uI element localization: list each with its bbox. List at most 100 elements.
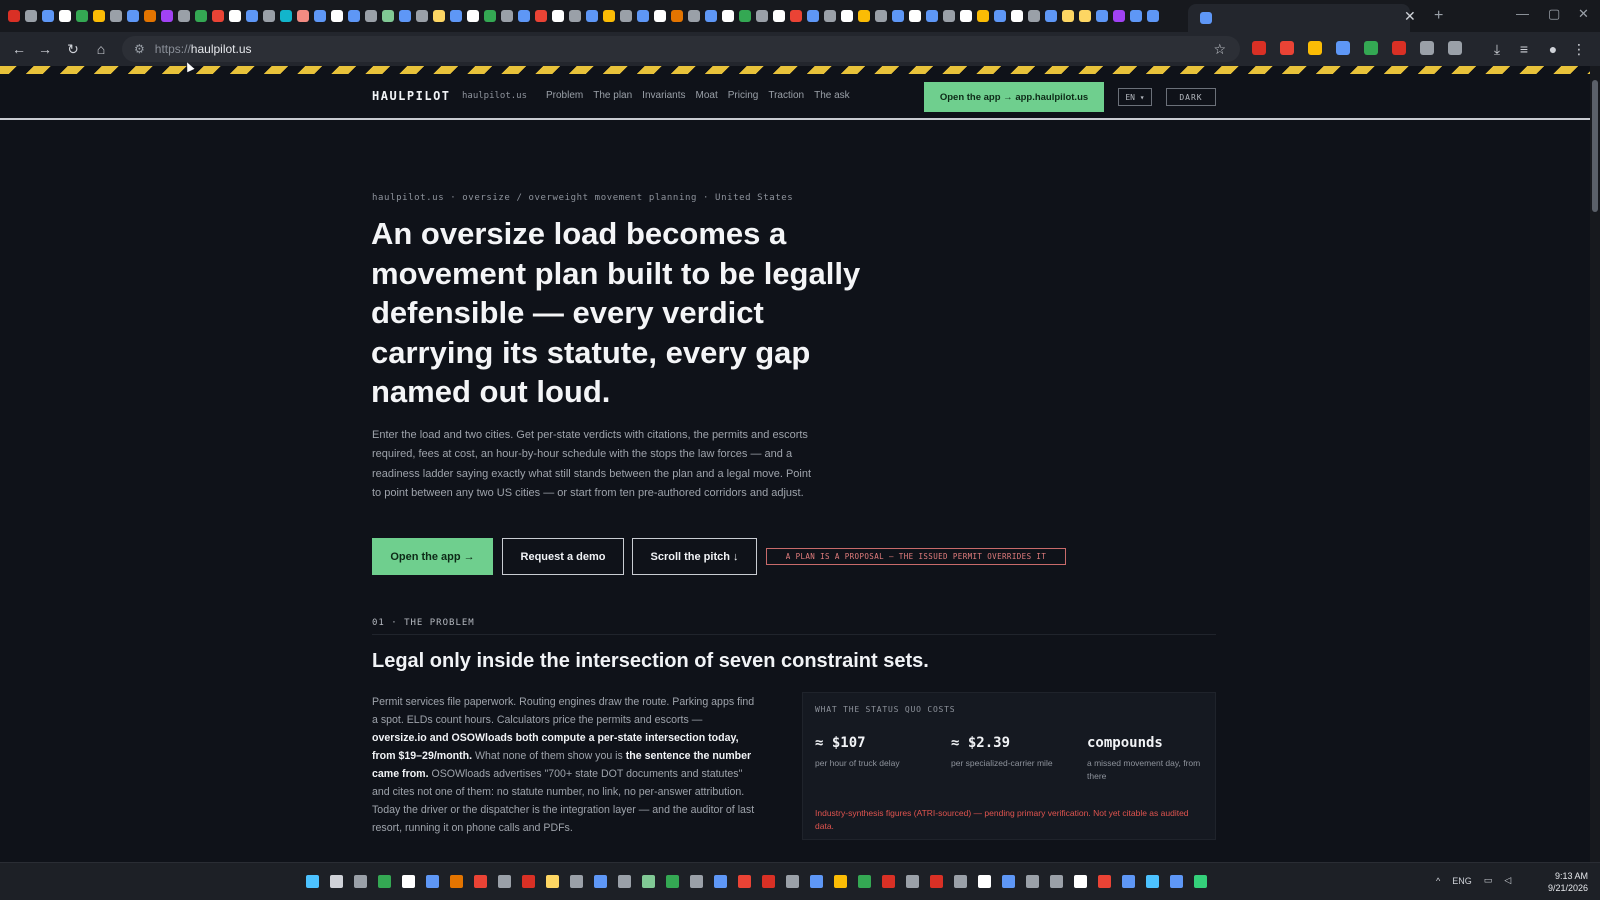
tab-favicon-icon[interactable] (535, 10, 547, 22)
tab-favicon-icon[interactable] (654, 10, 666, 22)
tab-close-icon[interactable]: ✕ (1404, 8, 1416, 25)
taskbar-app-icon[interactable] (1002, 875, 1015, 888)
tab-favicon-icon[interactable] (110, 10, 122, 22)
tab-favicon-icon[interactable] (484, 10, 496, 22)
minimize-icon[interactable]: — (1516, 6, 1529, 21)
taskbar-app-icon[interactable] (1194, 875, 1207, 888)
tab-favicon-icon[interactable] (331, 10, 343, 22)
tab-favicon-icon[interactable] (1062, 10, 1074, 22)
tab-favicon-icon[interactable] (382, 10, 394, 22)
taskbar-app-icon[interactable] (930, 875, 943, 888)
taskbar-app-icon[interactable] (954, 875, 967, 888)
nav-link-problem[interactable]: Problem (546, 90, 583, 101)
tab-favicon-icon[interactable] (790, 10, 802, 22)
page-scrollbar[interactable] (1590, 66, 1600, 862)
tab-favicon-icon[interactable] (127, 10, 139, 22)
taskbar-app-icon[interactable] (1146, 875, 1159, 888)
tab-favicon-icon[interactable] (433, 10, 445, 22)
tab-favicon-icon[interactable] (909, 10, 921, 22)
tab-favicon-icon[interactable] (756, 10, 768, 22)
extension-icon[interactable] (1420, 41, 1434, 55)
nav-link-plan[interactable]: The plan (593, 90, 632, 101)
tab-favicon-list[interactable] (8, 10, 1159, 22)
extension-icon[interactable] (1364, 41, 1378, 55)
taskbar-app-icon[interactable] (330, 875, 343, 888)
tab-favicon-icon[interactable] (93, 10, 105, 22)
download-icon[interactable]: ⤓ (1488, 40, 1506, 58)
taskbar-app-icon[interactable] (714, 875, 727, 888)
tab-favicon-icon[interactable] (586, 10, 598, 22)
taskbar-app-icon[interactable] (738, 875, 751, 888)
taskbar-app-icon[interactable] (1170, 875, 1183, 888)
scroll-pitch-button[interactable]: Scroll the pitch ↓ (632, 538, 757, 575)
tab-favicon-icon[interactable] (552, 10, 564, 22)
taskbar-app-icon[interactable] (834, 875, 847, 888)
scrollbar-thumb[interactable] (1592, 80, 1598, 212)
tab-favicon-icon[interactable] (1113, 10, 1125, 22)
taskbar-app-icon[interactable] (594, 875, 607, 888)
extension-icon[interactable] (1280, 41, 1294, 55)
tab-favicon-icon[interactable] (450, 10, 462, 22)
tab-favicon-icon[interactable] (195, 10, 207, 22)
header-open-app-button[interactable]: Open the app → app.haulpilot.us (924, 82, 1104, 112)
tab-favicon-icon[interactable] (314, 10, 326, 22)
tab-favicon-icon[interactable] (42, 10, 54, 22)
taskbar-app-icon[interactable] (546, 875, 559, 888)
tab-favicon-icon[interactable] (977, 10, 989, 22)
tab-favicon-icon[interactable] (76, 10, 88, 22)
taskbar-app-icon[interactable] (642, 875, 655, 888)
tab-favicon-icon[interactable] (1079, 10, 1091, 22)
active-tab[interactable] (1188, 4, 1410, 32)
taskbar-app-icon[interactable] (666, 875, 679, 888)
taskbar-app-icon[interactable] (426, 875, 439, 888)
tab-favicon-icon[interactable] (773, 10, 785, 22)
nav-link-invariants[interactable]: Invariants (642, 90, 685, 101)
taskbar-app-icon[interactable] (402, 875, 415, 888)
taskbar-app-icon[interactable] (978, 875, 991, 888)
tab-favicon-icon[interactable] (807, 10, 819, 22)
tab-favicon-icon[interactable] (161, 10, 173, 22)
tab-favicon-icon[interactable] (688, 10, 700, 22)
brand-logo[interactable]: HAULPILOT (372, 89, 451, 103)
language-select[interactable]: EN ▾ (1118, 88, 1152, 106)
forward-icon[interactable]: → (36, 40, 54, 58)
tab-favicon-icon[interactable] (892, 10, 904, 22)
tab-favicon-icon[interactable] (212, 10, 224, 22)
tab-favicon-icon[interactable] (348, 10, 360, 22)
tab-favicon-icon[interactable] (671, 10, 683, 22)
tab-favicon-icon[interactable] (569, 10, 581, 22)
taskbar-app-icon[interactable] (570, 875, 583, 888)
tab-favicon-icon[interactable] (1011, 10, 1023, 22)
theme-toggle[interactable]: DARK (1166, 88, 1216, 106)
tab-favicon-icon[interactable] (280, 10, 292, 22)
tab-favicon-icon[interactable] (1147, 10, 1159, 22)
tab-favicon-icon[interactable] (824, 10, 836, 22)
bookmark-star-icon[interactable]: ☆ (1213, 41, 1226, 58)
back-icon[interactable]: ← (10, 40, 28, 58)
taskbar-app-icon[interactable] (354, 875, 367, 888)
taskbar-app-icon[interactable] (1122, 875, 1135, 888)
nav-link-moat[interactable]: Moat (696, 90, 718, 101)
tab-favicon-icon[interactable] (365, 10, 377, 22)
taskbar-app-icon[interactable] (1074, 875, 1087, 888)
tab-favicon-icon[interactable] (926, 10, 938, 22)
profile-menu-icon[interactable]: ≡ (1515, 40, 1533, 58)
tab-favicon-icon[interactable] (620, 10, 632, 22)
extension-icon[interactable] (1308, 41, 1322, 55)
tab-favicon-icon[interactable] (178, 10, 190, 22)
tab-favicon-icon[interactable] (603, 10, 615, 22)
taskbar-app-icon[interactable] (762, 875, 775, 888)
taskbar-app-icon[interactable] (786, 875, 799, 888)
tab-favicon-icon[interactable] (739, 10, 751, 22)
tab-favicon-icon[interactable] (722, 10, 734, 22)
tab-favicon-icon[interactable] (399, 10, 411, 22)
taskbar-app-icon[interactable] (378, 875, 391, 888)
maximize-icon[interactable]: ▢ (1548, 6, 1560, 22)
reload-icon[interactable]: ↻ (64, 40, 82, 58)
tab-favicon-icon[interactable] (841, 10, 853, 22)
taskbar-app-icon[interactable] (858, 875, 871, 888)
tab-favicon-icon[interactable] (518, 10, 530, 22)
taskbar-app-icon[interactable] (450, 875, 463, 888)
taskbar-app-icon[interactable] (1098, 875, 1111, 888)
tab-favicon-icon[interactable] (25, 10, 37, 22)
